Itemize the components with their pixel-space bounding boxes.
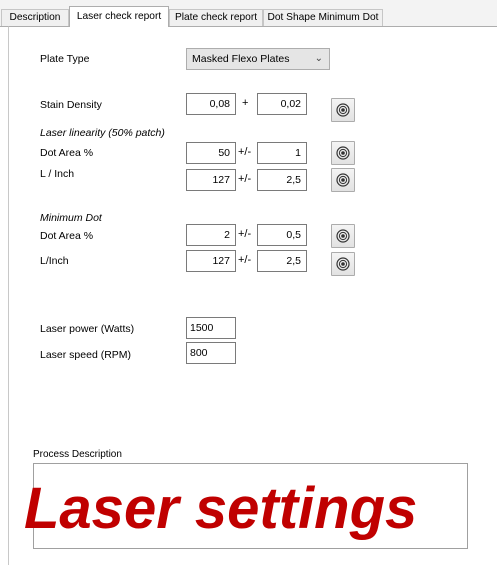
mindot-dot-area-input[interactable]: 2 — [186, 224, 236, 246]
process-description-label: Process Description — [33, 449, 122, 460]
laser-power-label: Laser power (Watts) — [40, 323, 135, 335]
linearity-dot-area-label: Dot Area % — [40, 147, 94, 159]
stain-density-label: Stain Density — [40, 99, 102, 111]
mindot-lpi-label: L/Inch — [40, 255, 69, 267]
overlay-caption: Laser settings — [24, 476, 418, 541]
tab-description[interactable]: Description — [1, 9, 69, 26]
linearity-dot-area-tolerance-input[interactable]: 1 — [257, 142, 307, 164]
tab-dot-shape-minimum-dot[interactable]: Dot Shape Minimum Dot — [263, 9, 383, 26]
linearity-dot-area-input[interactable]: 50 — [186, 142, 236, 164]
laser-speed-label: Laser speed (RPM) — [40, 349, 132, 361]
mindot-dot-area-label: Dot Area % — [40, 230, 94, 242]
stain-density-tolerance-input[interactable]: 0,02 — [257, 93, 307, 115]
linearity-dot-area-measure-button[interactable] — [331, 141, 355, 165]
laser-power-input[interactable]: 1500 — [186, 317, 236, 339]
linearity-dot-area-pm: +/- — [238, 146, 252, 158]
linearity-lpi-label: L / Inch — [40, 168, 75, 180]
laser-speed-input[interactable]: 800 — [186, 342, 236, 364]
target-icon — [336, 257, 350, 271]
tab-plate-check-report[interactable]: Plate check report — [169, 9, 263, 26]
laser-linearity-heading: Laser linearity (50% patch) — [40, 127, 165, 139]
target-icon — [336, 229, 350, 243]
chevron-down-icon: ⌄ — [314, 53, 323, 64]
plate-type-value: Masked Flexo Plates — [192, 53, 290, 65]
mindot-lpi-measure-button[interactable] — [331, 252, 355, 276]
linearity-lpi-measure-button[interactable] — [331, 168, 355, 192]
tab-laser-check-report[interactable]: Laser check report — [69, 6, 169, 27]
mindot-dot-area-measure-button[interactable] — [331, 224, 355, 248]
mindot-dot-area-tolerance-input[interactable]: 0,5 — [257, 224, 307, 246]
linearity-lpi-tolerance-input[interactable]: 2,5 — [257, 169, 307, 191]
stain-density-measure-button[interactable] — [331, 98, 355, 122]
linearity-lpi-input[interactable]: 127 — [186, 169, 236, 191]
stain-density-input[interactable]: 0,08 — [186, 93, 236, 115]
mindot-lpi-pm: +/- — [238, 254, 252, 266]
target-icon — [336, 173, 350, 187]
mindot-lpi-tolerance-input[interactable]: 2,5 — [257, 250, 307, 272]
mindot-lpi-input[interactable]: 127 — [186, 250, 236, 272]
mindot-dot-area-pm: +/- — [238, 228, 252, 240]
target-icon — [336, 146, 350, 160]
tab-bar: Description Laser check report Plate che… — [0, 0, 497, 27]
target-icon — [336, 103, 350, 117]
stain-density-plus: + — [242, 97, 249, 109]
plate-type-label: Plate Type — [40, 53, 90, 65]
plate-type-select[interactable]: Masked Flexo Plates ⌄ — [186, 48, 330, 70]
linearity-lpi-pm: +/- — [238, 173, 252, 185]
minimum-dot-heading: Minimum Dot — [40, 212, 102, 224]
